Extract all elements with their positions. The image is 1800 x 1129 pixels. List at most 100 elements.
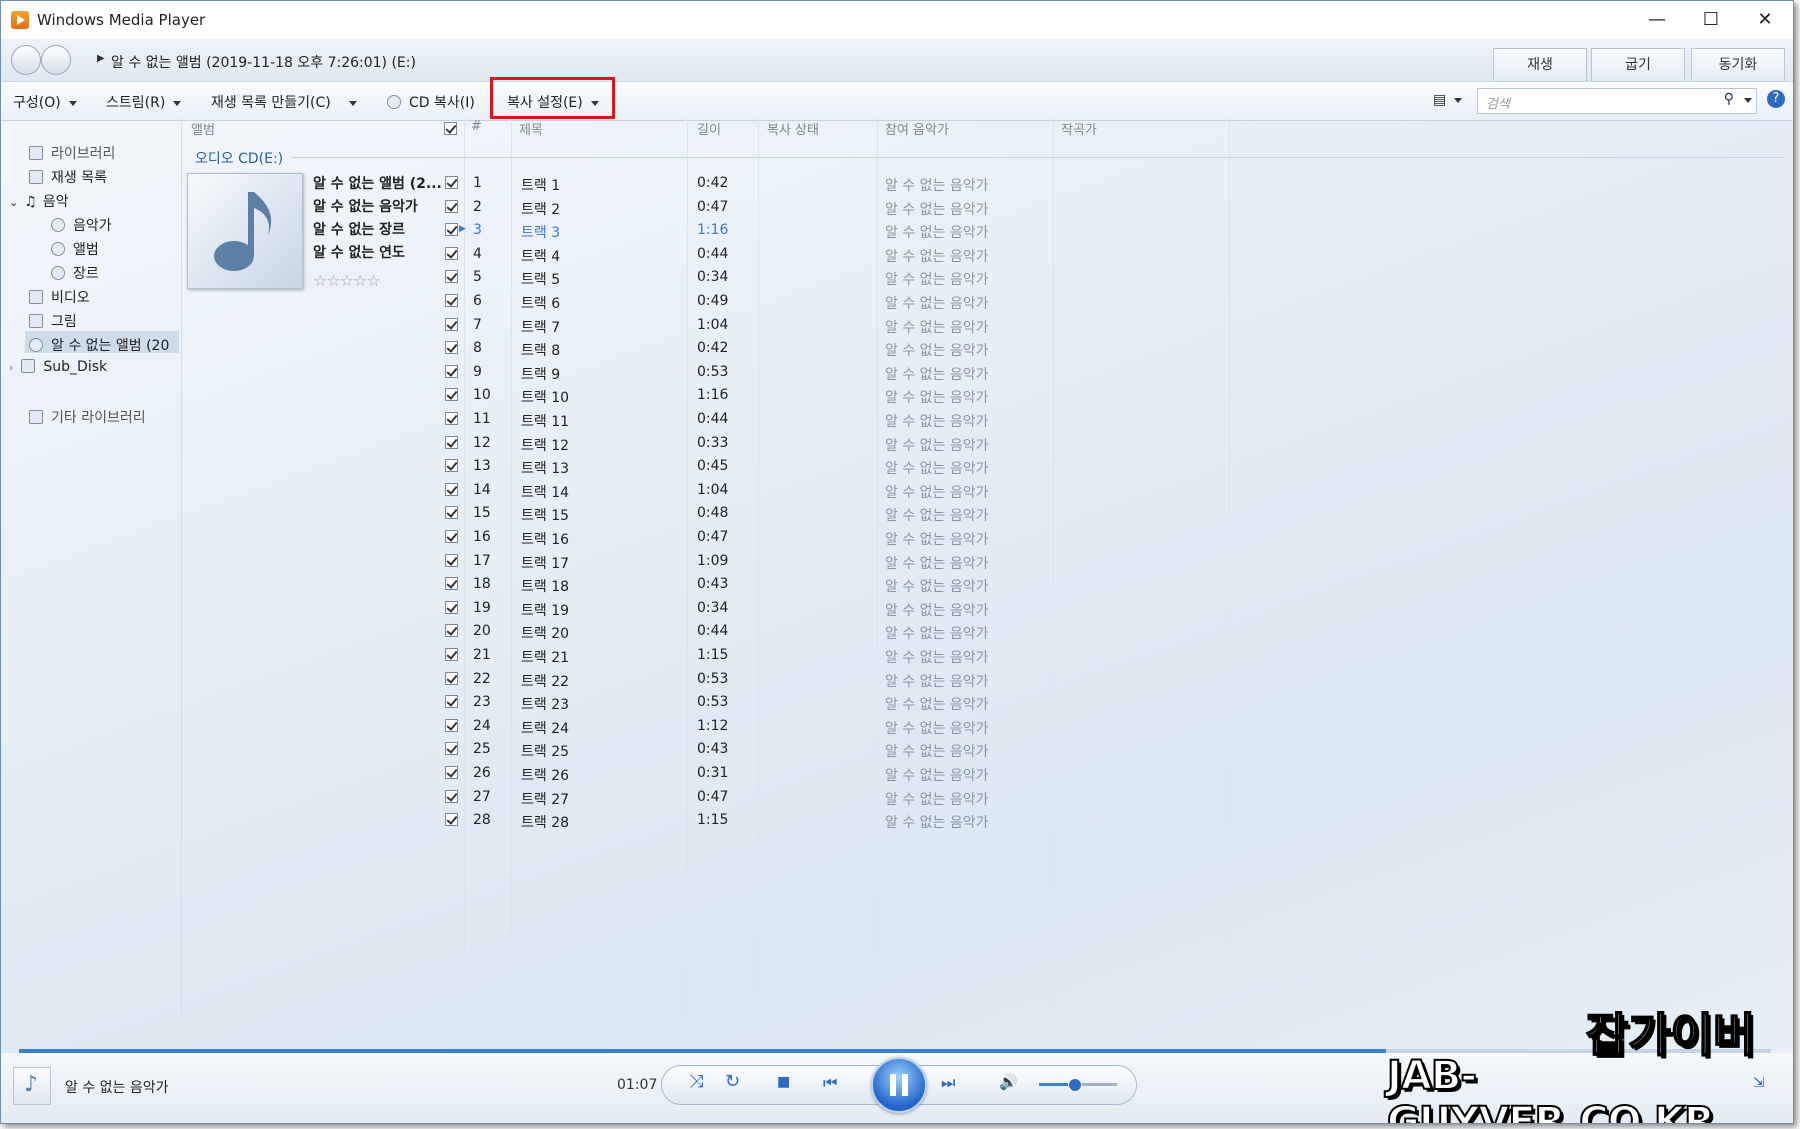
close-button[interactable]: ✕ <box>1739 5 1791 35</box>
minimize-button[interactable]: — <box>1631 5 1683 35</box>
track-artist[interactable]: 알 수 없는 음악가 <box>885 505 989 525</box>
track-checkbox[interactable] <box>445 365 458 378</box>
track-row[interactable]: 18 트랙 18 0:43 알 수 없는 음악가 <box>441 573 1531 596</box>
col-header-length[interactable]: 길이 <box>697 119 721 143</box>
track-artist[interactable]: 알 수 없는 음악가 <box>885 387 989 407</box>
track-checkbox[interactable] <box>445 648 458 661</box>
track-artist[interactable]: 알 수 없는 음악가 <box>885 175 989 195</box>
track-row[interactable]: 13 트랙 13 0:45 알 수 없는 음악가 <box>441 455 1531 478</box>
track-title[interactable]: 트랙 9 <box>521 364 560 384</box>
track-title[interactable]: 트랙 5 <box>521 269 560 289</box>
track-artist[interactable]: 알 수 없는 음악가 <box>885 411 989 431</box>
track-title[interactable]: 트랙 25 <box>521 741 569 761</box>
track-artist[interactable]: 알 수 없는 음악가 <box>885 718 989 738</box>
nav-album[interactable]: 앨범 <box>51 239 99 259</box>
track-artist[interactable]: 알 수 없는 음악가 <box>885 246 989 266</box>
track-artist[interactable]: 알 수 없는 음악가 <box>885 482 989 502</box>
volume-slider[interactable] <box>1039 1078 1117 1092</box>
track-row[interactable]: 17 트랙 17 1:09 알 수 없는 음악가 <box>441 550 1531 573</box>
track-checkbox[interactable] <box>445 766 458 779</box>
album-art[interactable] <box>187 173 303 289</box>
track-checkbox[interactable] <box>445 318 458 331</box>
track-checkbox[interactable] <box>445 483 458 496</box>
track-title[interactable]: 트랙 18 <box>521 576 569 596</box>
track-row[interactable]: 26 트랙 26 0:31 알 수 없는 음악가 <box>441 762 1531 785</box>
rip-cd-button[interactable]: CD 복사(I) <box>387 92 475 112</box>
next-icon[interactable]: ⏭ <box>941 1073 955 1093</box>
track-artist[interactable]: 알 수 없는 음악가 <box>885 671 989 691</box>
col-header-contributing-artist[interactable]: 참여 음악가 <box>885 119 949 143</box>
create-playlist-menu[interactable]: 재생 목록 만들기(C) <box>211 92 357 112</box>
track-checkbox[interactable] <box>445 341 458 354</box>
track-artist[interactable]: 알 수 없는 음악가 <box>885 293 989 313</box>
volume-knob[interactable] <box>1068 1078 1083 1092</box>
stop-icon[interactable]: ■ <box>777 1074 790 1090</box>
nav-video[interactable]: 비디오 <box>29 287 90 307</box>
track-checkbox[interactable] <box>445 459 458 472</box>
track-row[interactable]: 2 트랙 2 0:47 알 수 없는 음악가 <box>441 196 1531 219</box>
track-title[interactable]: 트랙 22 <box>521 671 569 691</box>
track-row[interactable]: 19 트랙 19 0:34 알 수 없는 음악가 <box>441 597 1531 620</box>
organize-menu[interactable]: 구성(O) <box>13 92 77 112</box>
col-header-album[interactable]: 앨범 <box>191 119 215 143</box>
track-checkbox[interactable] <box>445 270 458 283</box>
track-title[interactable]: 트랙 16 <box>521 529 569 549</box>
help-icon[interactable]: ? <box>1767 90 1785 108</box>
track-artist[interactable]: 알 수 없는 음악가 <box>885 789 989 809</box>
track-row[interactable]: 9 트랙 9 0:53 알 수 없는 음악가 <box>441 361 1531 384</box>
track-checkbox[interactable] <box>445 530 458 543</box>
track-row[interactable]: 5 트랙 5 0:34 알 수 없는 음악가 <box>441 266 1531 289</box>
repeat-icon[interactable]: ↻ <box>725 1071 740 1092</box>
stream-menu[interactable]: 스트림(R) <box>106 92 182 112</box>
volume-icon[interactable]: 🔊 <box>999 1073 1018 1091</box>
track-title[interactable]: 트랙 28 <box>521 812 569 832</box>
track-title[interactable]: 트랙 13 <box>521 458 569 478</box>
album-genre[interactable]: 알 수 없는 장르 <box>313 219 405 239</box>
track-artist[interactable]: 알 수 없는 음악가 <box>885 529 989 549</box>
rating-stars[interactable]: ☆☆☆☆☆ <box>313 271 381 290</box>
back-button[interactable] <box>11 45 41 75</box>
track-checkbox[interactable] <box>445 412 458 425</box>
track-title[interactable]: 트랙 6 <box>521 293 560 313</box>
track-title[interactable]: 트랙 26 <box>521 765 569 785</box>
track-title[interactable]: 트랙 7 <box>521 317 560 337</box>
nav-music[interactable]: ⌄ ♫ 음악 <box>9 191 69 211</box>
nav-playlists[interactable]: 재생 목록 <box>29 167 107 187</box>
track-title[interactable]: 트랙 21 <box>521 647 569 667</box>
track-title[interactable]: 트랙 23 <box>521 694 569 714</box>
track-checkbox[interactable] <box>445 624 458 637</box>
tab-play[interactable]: 재생 <box>1493 48 1587 81</box>
track-artist[interactable]: 알 수 없는 음악가 <box>885 812 989 832</box>
col-header-rip-status[interactable]: 복사 상태 <box>767 119 819 143</box>
track-row[interactable]: 14 트랙 14 1:04 알 수 없는 음악가 <box>441 479 1531 502</box>
track-title[interactable]: 트랙 11 <box>521 411 569 431</box>
track-artist[interactable]: 알 수 없는 음악가 <box>885 317 989 337</box>
track-title[interactable]: 트랙 17 <box>521 553 569 573</box>
track-checkbox[interactable] <box>445 176 458 189</box>
forward-button[interactable] <box>41 45 71 75</box>
track-row[interactable]: 11 트랙 11 0:44 알 수 없는 음악가 <box>441 408 1531 431</box>
track-row[interactable]: 7 트랙 7 1:04 알 수 없는 음악가 <box>441 314 1531 337</box>
now-playing-art[interactable]: ♪ <box>13 1067 51 1105</box>
track-title[interactable]: 트랙 12 <box>521 435 569 455</box>
track-row[interactable]: 21 트랙 21 1:15 알 수 없는 음악가 <box>441 644 1531 667</box>
track-artist[interactable]: 알 수 없는 음악가 <box>885 741 989 761</box>
track-title[interactable]: 트랙 19 <box>521 600 569 620</box>
nav-library[interactable]: 라이브러리 <box>29 143 115 163</box>
album-name[interactable]: 알 수 없는 앨범 (2... <box>313 173 442 193</box>
select-all-checkbox[interactable] <box>444 122 457 135</box>
search-dropdown-icon[interactable] <box>1744 98 1752 103</box>
track-title[interactable]: 트랙 8 <box>521 340 560 360</box>
track-row[interactable]: 25 트랙 25 0:43 알 수 없는 음악가 <box>441 738 1531 761</box>
album-year[interactable]: 알 수 없는 연도 <box>313 242 405 262</box>
track-checkbox[interactable] <box>445 813 458 826</box>
track-checkbox[interactable] <box>445 200 458 213</box>
track-row[interactable]: 6 트랙 6 0:49 알 수 없는 음악가 <box>441 290 1531 313</box>
track-row[interactable]: 23 트랙 23 0:53 알 수 없는 음악가 <box>441 691 1531 714</box>
track-artist[interactable]: 알 수 없는 음악가 <box>885 435 989 455</box>
search-icon[interactable]: ⚲ <box>1724 91 1734 107</box>
nav-genre[interactable]: 장르 <box>51 263 99 283</box>
track-title[interactable]: 트랙 1 <box>521 175 560 195</box>
nav-artist[interactable]: 음악가 <box>51 215 112 235</box>
track-checkbox[interactable] <box>445 554 458 567</box>
